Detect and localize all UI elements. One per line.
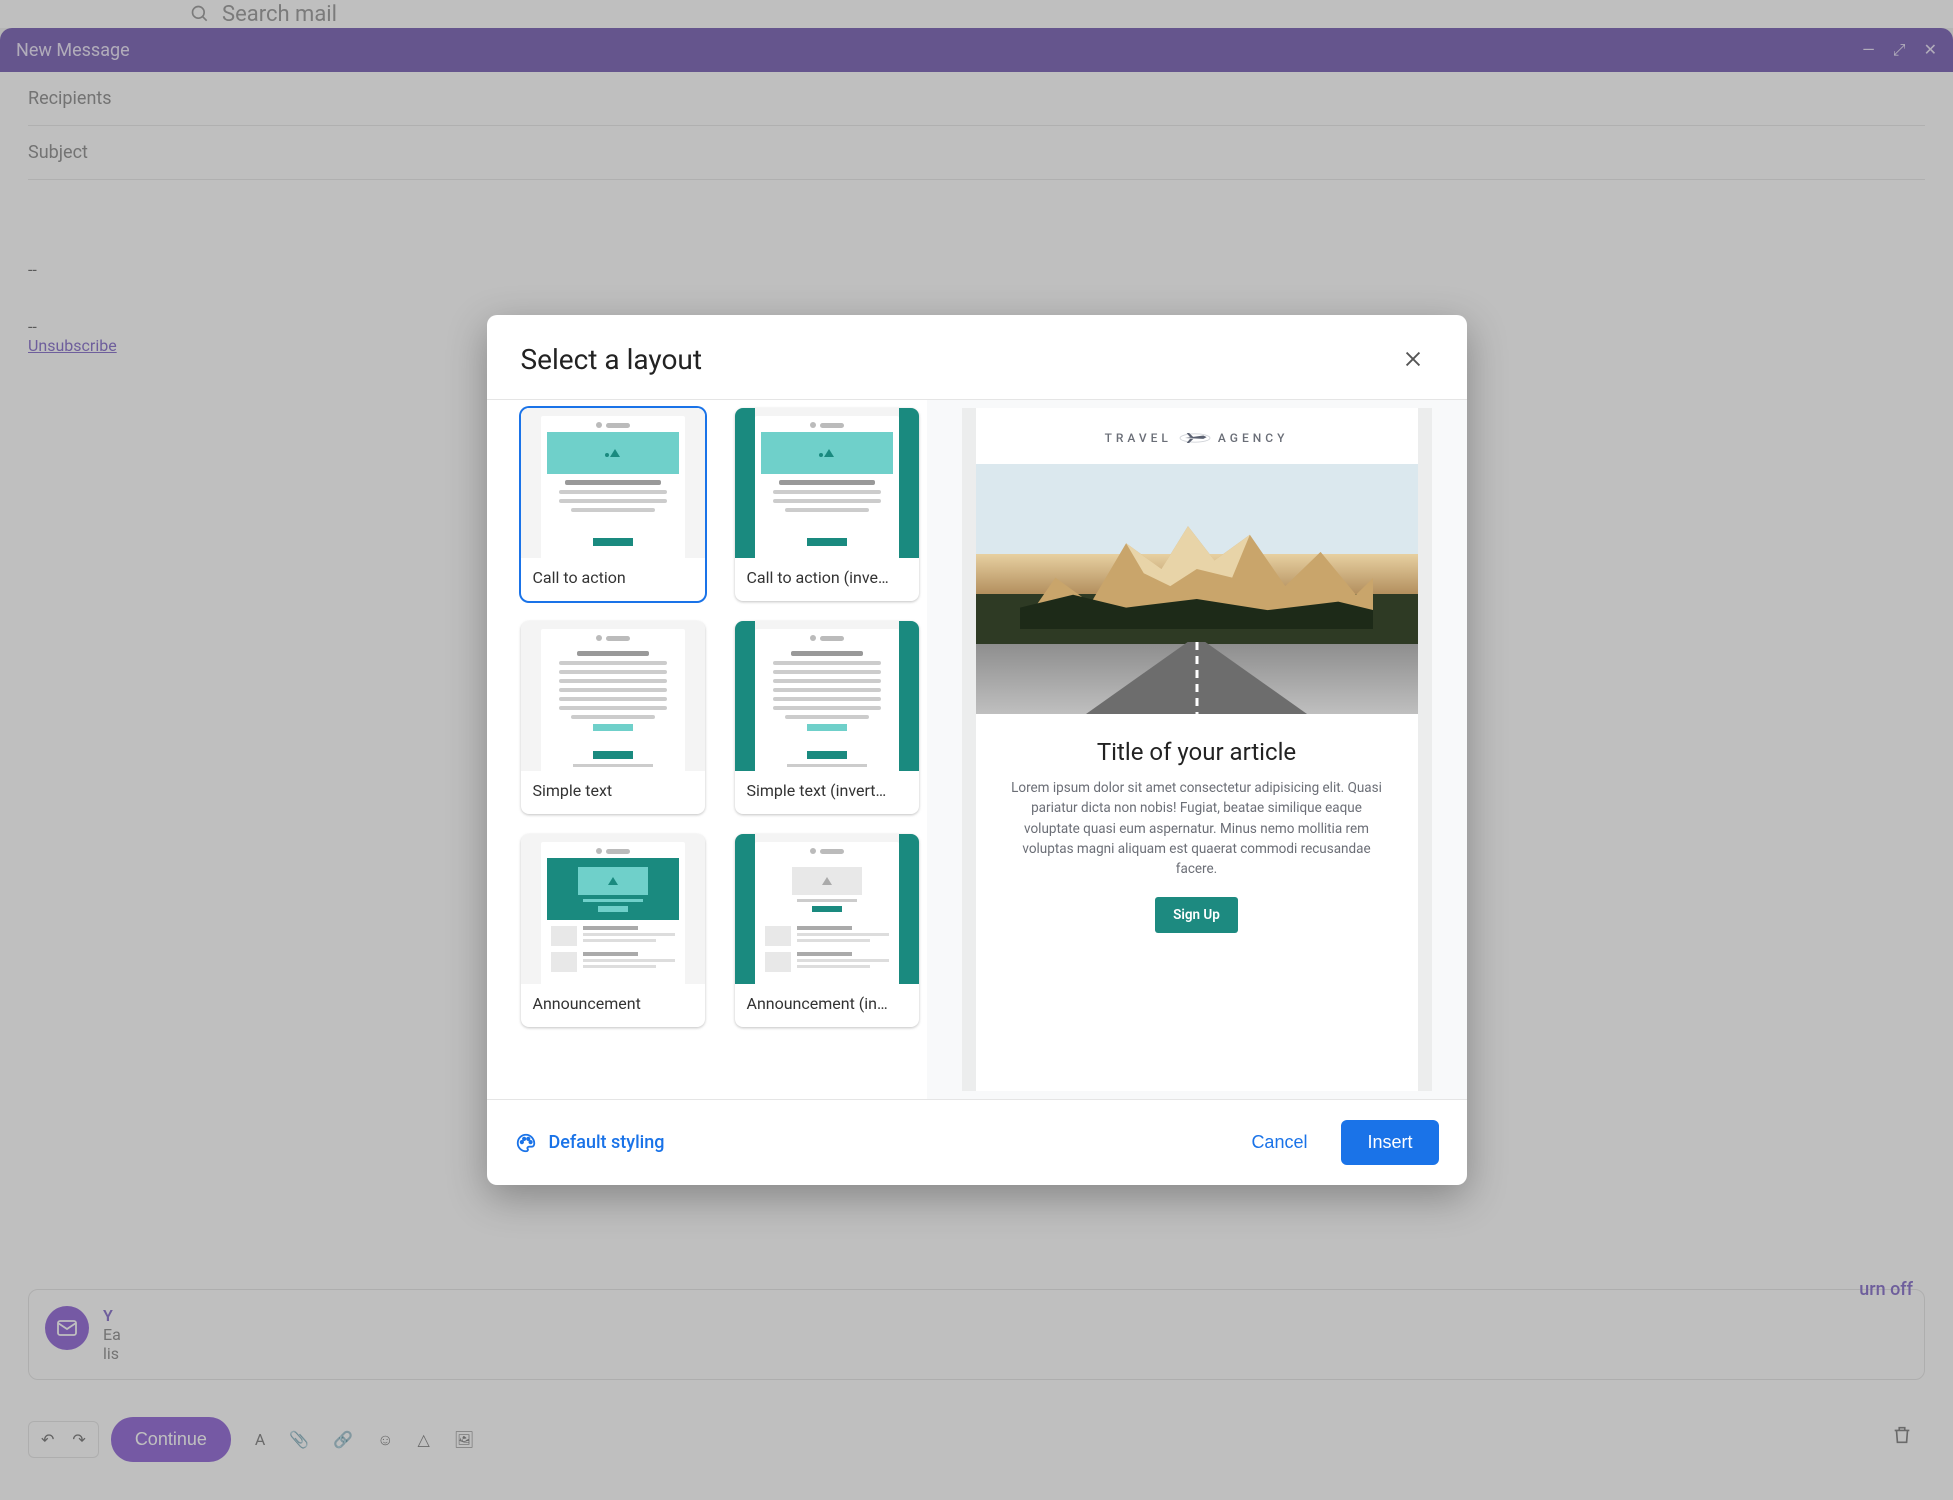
modal-footer: Default styling Cancel Insert: [487, 1099, 1467, 1185]
preview-frame: TRAVEL AGENCY: [962, 408, 1432, 1091]
layout-card-simple-text-inverted[interactable]: Simple text (invert…: [735, 621, 919, 814]
preview-body-text: Lorem ipsum dolor sit amet consectetur a…: [976, 778, 1418, 897]
layout-card-announcement[interactable]: Announcement: [521, 834, 705, 1027]
layout-label: Call to action (inve…: [735, 558, 919, 601]
preview-panel: TRAVEL AGENCY: [927, 400, 1467, 1099]
layout-card-simple-text[interactable]: Simple text: [521, 621, 705, 814]
modal-title: Select a layout: [521, 343, 703, 376]
modal-overlay: Select a layout: [0, 0, 1953, 1500]
layout-label: Simple text: [521, 771, 705, 814]
preview-article-title: Title of your article: [976, 714, 1418, 778]
insert-button[interactable]: Insert: [1341, 1120, 1438, 1165]
layout-card-announcement-inverted[interactable]: Announcement (in…: [735, 834, 919, 1027]
cancel-button[interactable]: Cancel: [1231, 1120, 1327, 1165]
layout-label: Announcement (in…: [735, 984, 919, 1027]
preview-cta-button[interactable]: Sign Up: [1155, 897, 1238, 933]
layout-label: Announcement: [521, 984, 705, 1027]
preview-logo: TRAVEL AGENCY: [976, 408, 1418, 464]
airplane-icon: [1178, 428, 1212, 448]
layouts-panel: Call to action: [487, 400, 927, 1099]
default-styling-button[interactable]: Default styling: [515, 1132, 665, 1154]
layout-card-cta[interactable]: Call to action: [521, 408, 705, 601]
palette-icon: [515, 1132, 537, 1154]
layout-card-cta-inverted[interactable]: Call to action (inve…: [735, 408, 919, 601]
layout-label: Call to action: [521, 558, 705, 601]
layout-label: Simple text (invert…: [735, 771, 919, 814]
preview-hero-image: [976, 464, 1418, 714]
modal-close-button[interactable]: [1393, 339, 1433, 379]
styling-label: Default styling: [549, 1132, 665, 1153]
close-icon: [1402, 348, 1424, 370]
layout-modal: Select a layout: [487, 315, 1467, 1185]
